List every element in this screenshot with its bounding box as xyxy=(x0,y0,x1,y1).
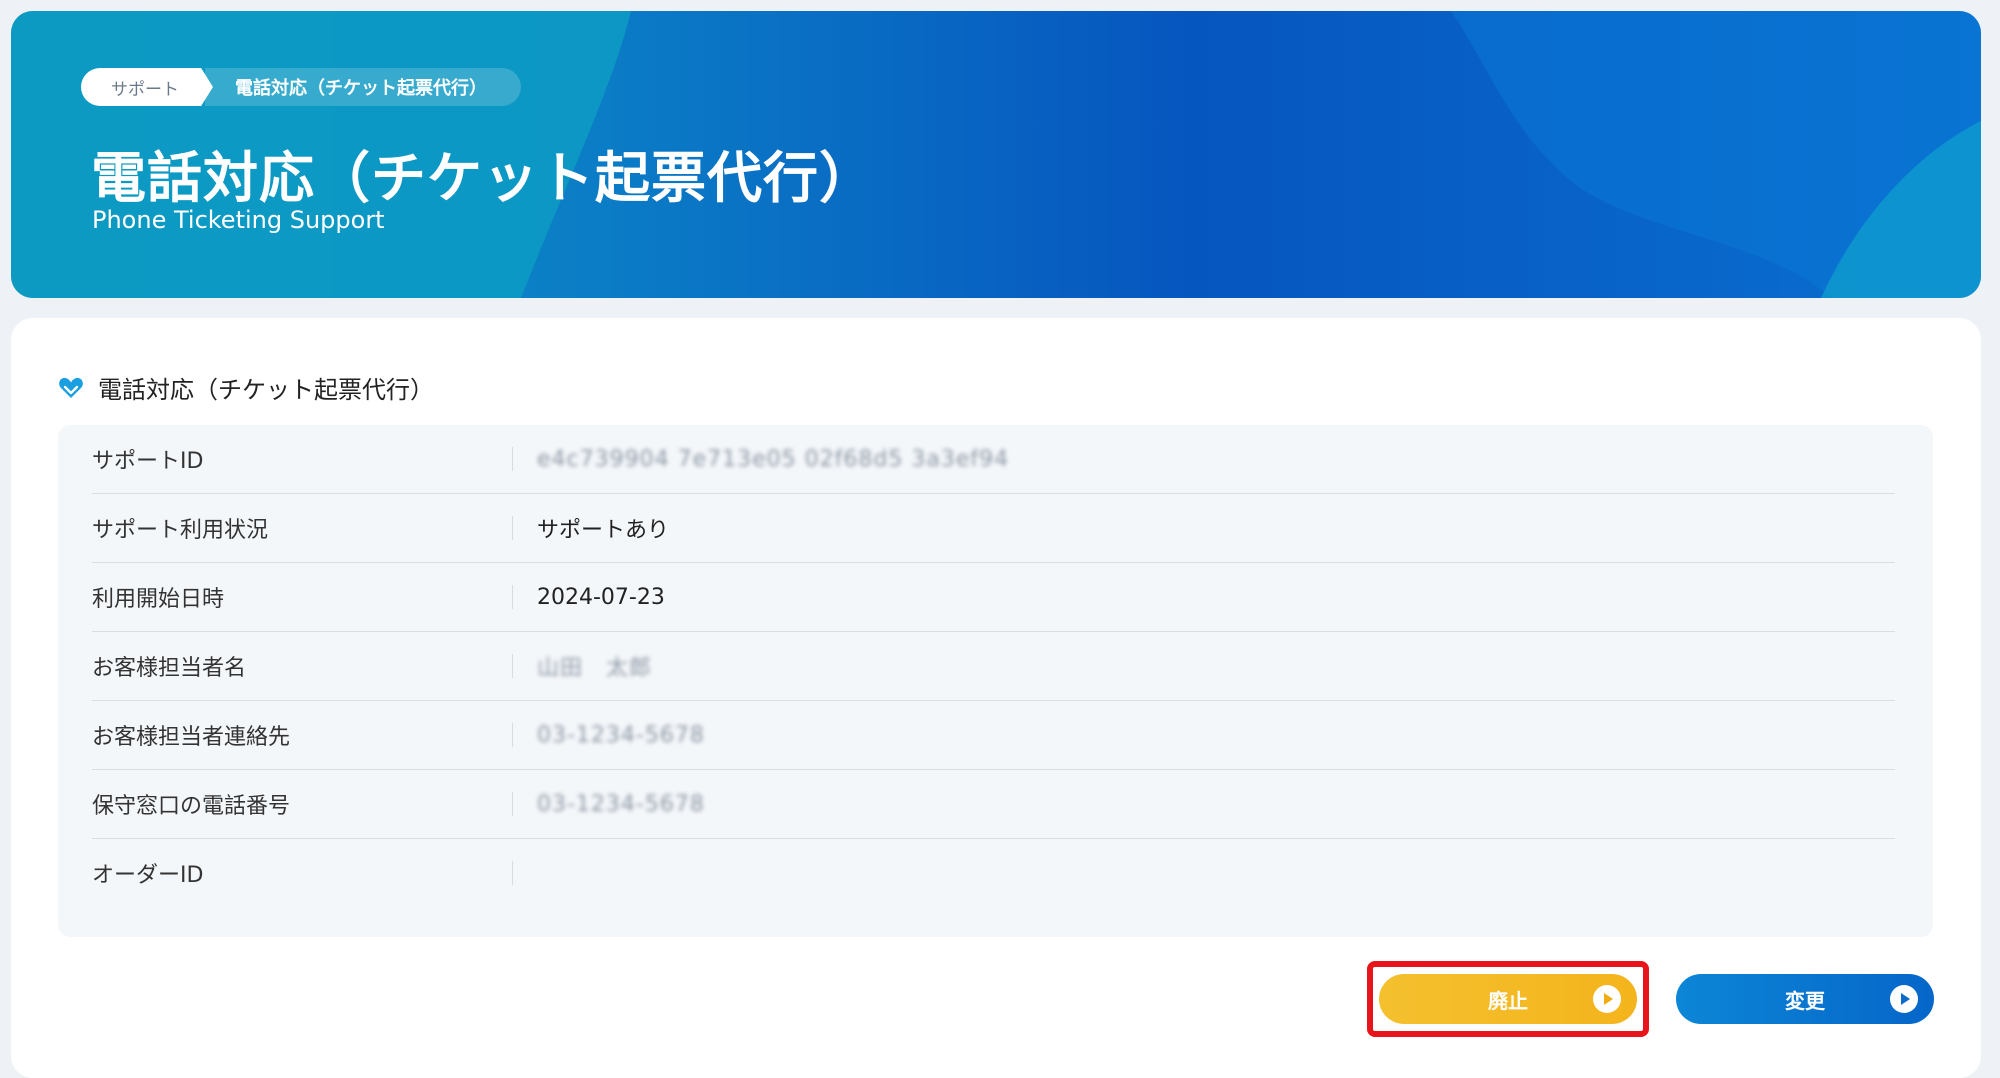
section-title: 電話対応（チケット起票代行） xyxy=(98,376,434,404)
abolish-button-label: 廃止 xyxy=(1488,988,1528,1013)
row-label: 保守窓口の電話番号 xyxy=(92,794,291,819)
page-subtitle: Phone Ticketing Support xyxy=(92,206,385,234)
row-value: 2024-07-23 xyxy=(537,584,665,610)
arrow-right-icon xyxy=(1890,985,1918,1013)
arrow-right-icon xyxy=(1593,985,1621,1013)
row-value: サポートあり xyxy=(537,518,670,543)
page-title: 電話対応（チケット起票代行） xyxy=(91,146,876,210)
table-row: 保守窓口の電話番号 03-1234-5678 xyxy=(92,770,1895,839)
table-row: サポート利用状況 サポートあり xyxy=(92,494,1895,563)
change-button-label: 変更 xyxy=(1785,988,1825,1013)
row-label: サポートID xyxy=(92,449,204,474)
row-label: お客様担当者連絡先 xyxy=(92,725,291,750)
section-header: 電話対応（チケット起票代行） xyxy=(58,370,434,405)
table-row: サポートID e4c739904 7e713e05 02f68d5 3a3ef9… xyxy=(92,425,1895,494)
row-divider xyxy=(512,861,513,885)
row-value: 山田 太郎 xyxy=(537,656,653,681)
table-row: お客様担当者名 山田 太郎 xyxy=(92,632,1895,701)
page-header-banner: サポート 電話対応（チケット起票代行） 電話対応（チケット起票代行） Phone… xyxy=(11,11,1981,298)
breadcrumb-item-current: 電話対応（チケット起票代行） xyxy=(205,68,521,106)
row-label: オーダーID xyxy=(92,863,204,888)
row-label: お客様担当者名 xyxy=(92,656,247,681)
row-label: 利用開始日時 xyxy=(92,587,225,612)
abolish-button[interactable]: 廃止 xyxy=(1379,974,1637,1024)
row-value: 03-1234-5678 xyxy=(537,722,705,748)
table-row: 利用開始日時 2024-07-23 xyxy=(92,563,1895,632)
row-value: e4c739904 7e713e05 02f68d5 3a3ef94 xyxy=(537,446,1010,472)
breadcrumb: サポート 電話対応（チケット起票代行） xyxy=(81,68,521,106)
table-row: オーダーID xyxy=(92,839,1895,907)
row-value: 03-1234-5678 xyxy=(537,791,705,817)
details-table: サポートID e4c739904 7e713e05 02f68d5 3a3ef9… xyxy=(58,425,1933,937)
table-row: お客様担当者連絡先 03-1234-5678 xyxy=(92,701,1895,770)
breadcrumb-item-support[interactable]: サポート xyxy=(81,68,213,106)
row-label: サポート利用状況 xyxy=(92,518,269,543)
change-button[interactable]: 変更 xyxy=(1676,974,1934,1024)
support-heart-icon xyxy=(59,377,83,398)
